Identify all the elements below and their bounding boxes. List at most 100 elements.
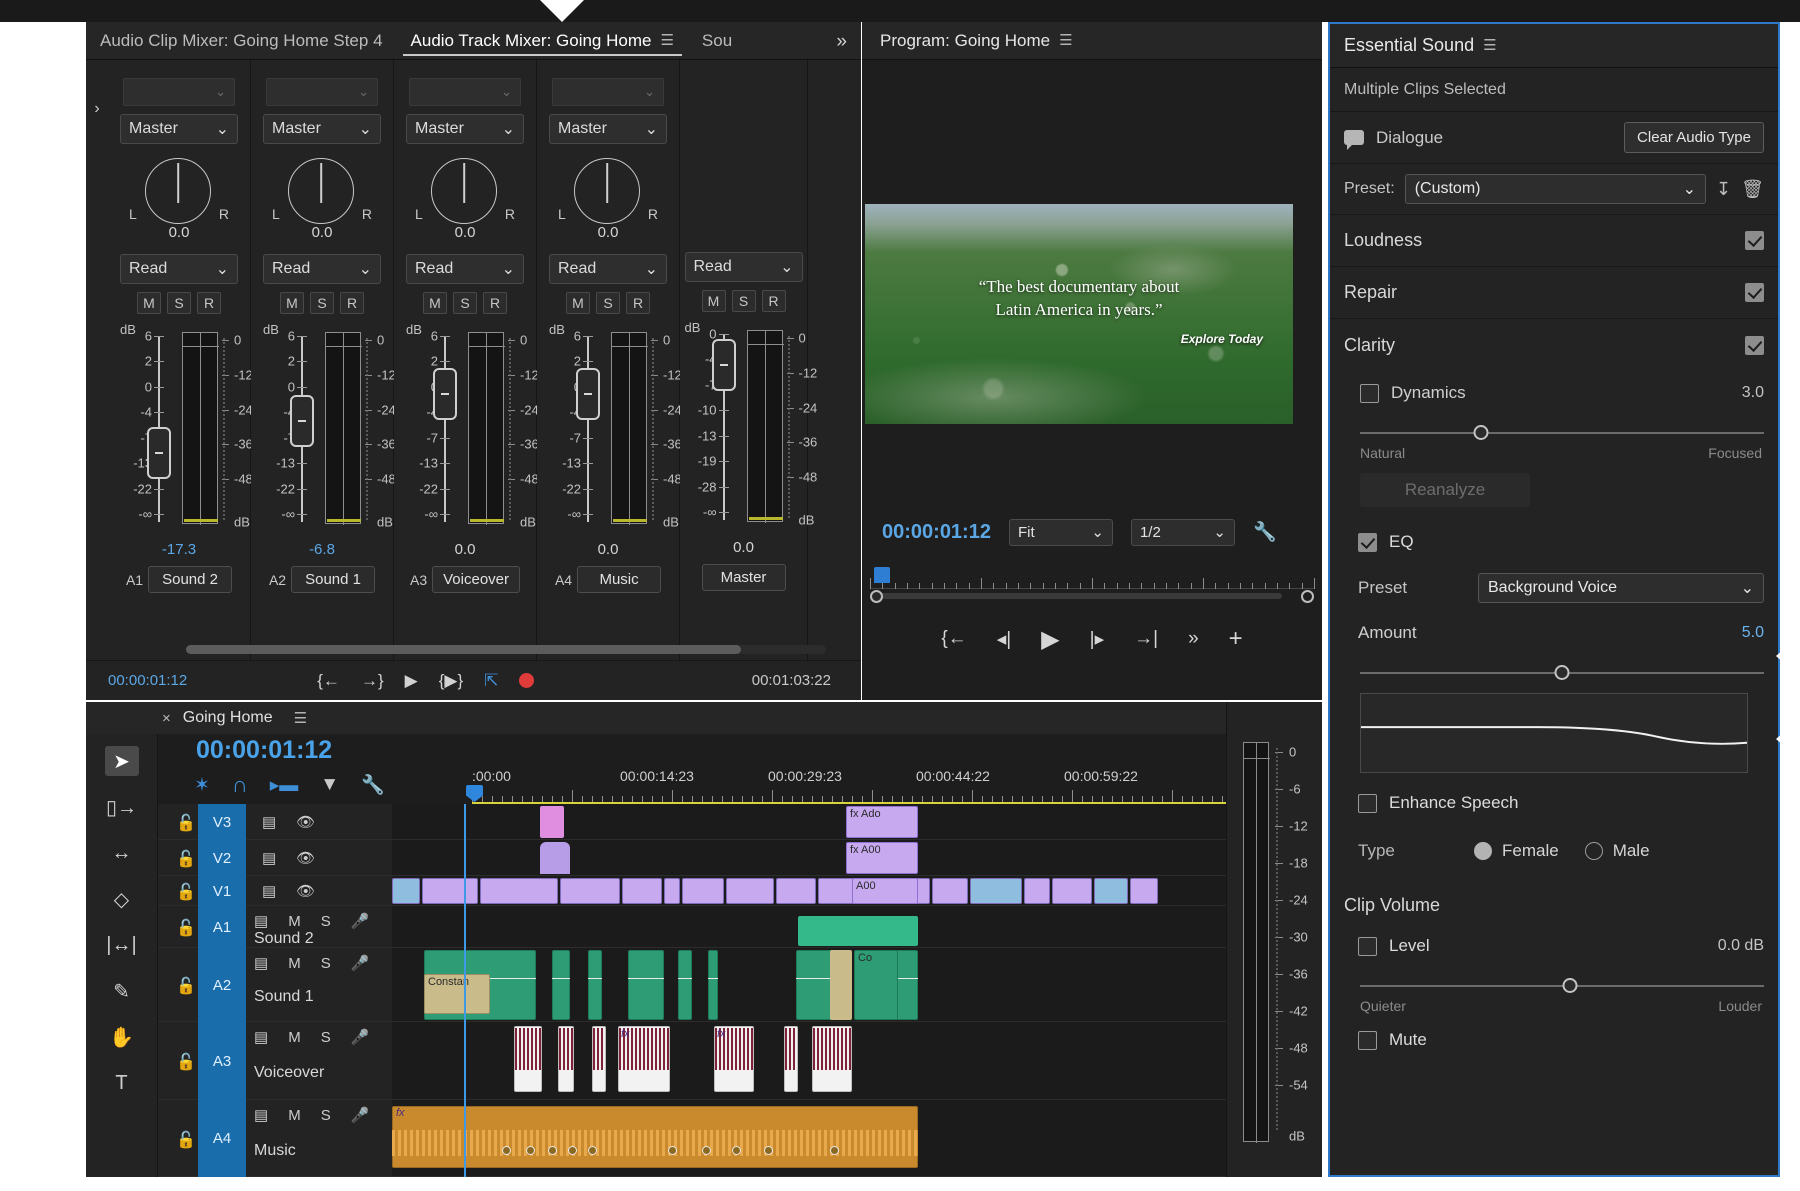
hamburger-icon[interactable]: ☰	[1059, 33, 1072, 48]
section-repair[interactable]: Repair	[1330, 267, 1778, 319]
volume-keyframe[interactable]	[830, 1146, 839, 1155]
snap-icon[interactable]: ∩	[232, 772, 248, 798]
volume-keyframe[interactable]	[764, 1146, 773, 1155]
dynamics-checkbox[interactable]	[1360, 383, 1379, 403]
hand-tool-icon[interactable]: ✋	[105, 1022, 139, 1052]
track-clip-area[interactable]: A00	[392, 876, 1322, 905]
track-name[interactable]: Music	[577, 566, 662, 593]
clarity-checkbox[interactable]	[1745, 335, 1764, 355]
dynamics-slider[interactable]	[1360, 423, 1764, 443]
record-icon[interactable]	[519, 673, 535, 688]
program-time-ruler[interactable]	[870, 567, 1315, 589]
selection-tool-icon[interactable]: ➤	[104, 746, 139, 776]
unlock-icon[interactable]: 🔓	[176, 918, 196, 938]
solo-button[interactable]: S	[310, 292, 334, 314]
fader-value[interactable]: 0.0	[733, 539, 754, 556]
pan-knob[interactable]	[431, 158, 497, 224]
volume-fader[interactable]: dB 620-4-7-13-22-∞	[120, 322, 178, 529]
output-routing-dropdown[interactable]: Master ⌄	[120, 114, 238, 144]
marker-icon[interactable]: ▼	[320, 774, 339, 796]
track-targeting-icon[interactable]: ▤	[262, 849, 276, 867]
go-to-out-icon[interactable]: →}	[361, 671, 384, 691]
track-select-forward-icon[interactable]: ▯→	[105, 792, 139, 822]
pan-value[interactable]: 0.0	[548, 224, 668, 241]
close-icon[interactable]: ×	[162, 710, 171, 727]
zoom-handle-left[interactable]	[870, 590, 883, 603]
record-arm-button[interactable]: R	[340, 292, 364, 314]
mute-button[interactable]: M	[288, 1107, 301, 1124]
track-name[interactable]: Master	[701, 564, 786, 591]
solo-button[interactable]: S	[731, 290, 756, 312]
fit-zoom-dropdown[interactable]: Fit ⌄	[1008, 518, 1113, 546]
chevron-right-icon[interactable]: ›	[86, 60, 108, 700]
track-name[interactable]: Voiceover	[432, 566, 520, 593]
solo-button[interactable]: S	[321, 1107, 331, 1124]
mixer-timecode-right[interactable]: 00:01:03:22	[752, 672, 831, 689]
timeline-ruler[interactable]: :00:00 00:00:14:23 00:00:29:23 00:00:44:22 0…	[464, 768, 1313, 805]
chevron-double-right-icon[interactable]: »	[836, 31, 847, 53]
output-routing-dropdown[interactable]: Master ⌄	[549, 114, 667, 144]
mute-button[interactable]: M	[566, 292, 590, 314]
slip-tool-icon[interactable]: |↔|	[105, 930, 139, 960]
ripple-edit-icon[interactable]: ↔	[105, 838, 139, 868]
eq-checkbox[interactable]	[1358, 532, 1377, 552]
section-loudness[interactable]: Loudness	[1330, 215, 1778, 267]
unlock-icon[interactable]: 🔓	[176, 1052, 196, 1072]
pan-knob[interactable]	[288, 158, 354, 224]
add-marker-icon[interactable]: +	[1229, 625, 1243, 653]
solo-button[interactable]: S	[321, 913, 331, 930]
clear-audio-type-button[interactable]: Clear Audio Type	[1624, 122, 1764, 153]
solo-button[interactable]: S	[321, 1029, 331, 1046]
unlock-icon[interactable]: 🔓	[176, 813, 196, 833]
record-arm-button[interactable]: R	[626, 292, 650, 314]
unlock-icon[interactable]: 🔓	[176, 882, 196, 902]
mixer-horizontal-scrollbar[interactable]	[186, 645, 826, 654]
volume-fader[interactable]: dB 620-4-7-13-22-∞	[549, 322, 607, 529]
track-number-badge[interactable]: A3	[198, 1022, 246, 1100]
output-routing-dropdown[interactable]: Master ⌄	[406, 114, 524, 144]
eye-icon[interactable]: 👁	[296, 813, 315, 831]
program-video-preview[interactable]: “The best documentary about Latin Americ…	[865, 204, 1293, 424]
fx-slot[interactable]: ⌄	[266, 78, 378, 106]
fader-value[interactable]: -17.3	[162, 541, 196, 558]
dynamics-value[interactable]: 3.0	[1742, 384, 1764, 402]
track-clip-area[interactable]: fx fx	[392, 1022, 1322, 1099]
track-targeting-icon[interactable]: ▤	[254, 1028, 268, 1046]
solo-button[interactable]: S	[321, 955, 331, 972]
fx-slot[interactable]: ⌄	[552, 78, 664, 106]
unlock-icon[interactable]: 🔓	[176, 976, 196, 996]
hamburger-icon[interactable]: ☰	[660, 33, 673, 48]
loop-icon[interactable]: ⇱	[484, 671, 498, 691]
fx-slot[interactable]: ⌄	[123, 78, 235, 106]
mic-icon[interactable]: 🎤	[351, 954, 370, 972]
volume-keyframe[interactable]	[548, 1146, 557, 1155]
volume-keyframe[interactable]	[502, 1146, 511, 1155]
program-tab[interactable]: Program: Going Home ☰	[862, 22, 1322, 60]
volume-keyframe[interactable]	[732, 1146, 741, 1155]
mute-button[interactable]: M	[280, 292, 304, 314]
track-targeting-icon[interactable]: ▤	[254, 1106, 268, 1124]
go-to-in-icon[interactable]: {←	[941, 628, 966, 650]
track-clip-area[interactable]: fx	[392, 1100, 1322, 1176]
track-name[interactable]: Sound 1	[291, 566, 376, 593]
voice-type-female-radio[interactable]	[1474, 842, 1492, 860]
go-to-in-icon[interactable]: {←	[317, 671, 340, 691]
mixer-timecode-left[interactable]: 00:00:01:12	[108, 672, 187, 689]
preset-dropdown[interactable]: (Custom) ⌄	[1404, 174, 1707, 204]
unlock-icon[interactable]: 🔓	[176, 1130, 196, 1150]
mute-button[interactable]: M	[701, 290, 726, 312]
track-targeting-icon[interactable]: ▤	[262, 882, 276, 900]
solo-button[interactable]: S	[453, 292, 477, 314]
level-value[interactable]: 0.0 dB	[1718, 937, 1764, 955]
mic-icon[interactable]: 🎤	[351, 1028, 370, 1046]
volume-fader[interactable]: dB 620-4-7-13-22-∞	[263, 322, 321, 529]
enhance-speech-checkbox[interactable]	[1358, 793, 1377, 813]
eq-amount-value[interactable]: 5.0	[1742, 624, 1764, 642]
dynamics-slider-handle[interactable]	[1473, 425, 1489, 440]
eq-preset-dropdown[interactable]: Background Voice ⌄	[1478, 573, 1764, 603]
track-clip-area[interactable]: fx Ado	[392, 804, 1322, 839]
fader-value[interactable]: 0.0	[455, 541, 476, 558]
track-number-badge[interactable]: A4	[198, 1100, 246, 1177]
wrench-icon[interactable]: 🔧	[361, 773, 385, 797]
volume-keyframe[interactable]	[668, 1146, 677, 1155]
